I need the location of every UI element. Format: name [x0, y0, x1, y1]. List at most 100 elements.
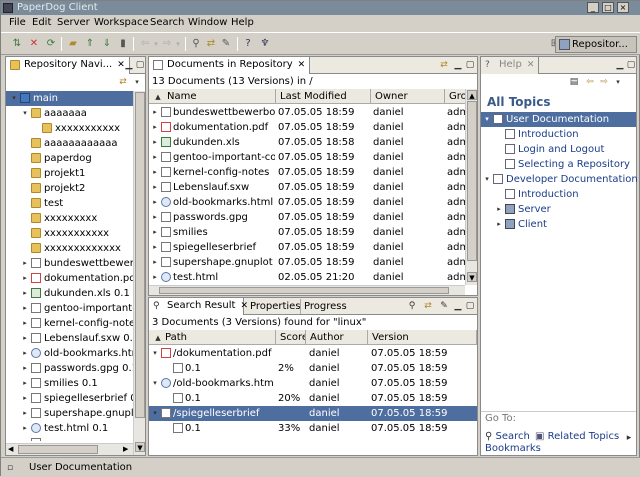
connect-icon[interactable]: ⇅ — [11, 38, 23, 50]
table-row[interactable]: ▸ bundeswettbewerbohn07.05.05 18:59 daniel… — [149, 105, 465, 120]
minimize-view-icon[interactable]: ▁ — [615, 60, 625, 70]
expand-arrow-icon[interactable]: ▸ — [151, 135, 159, 150]
scroll-left-arrow[interactable]: ◀ — [8, 445, 16, 454]
refresh-icon[interactable]: ⟳ — [45, 38, 57, 50]
help-topic[interactable]: ▾ Developer Documentation — [481, 172, 638, 187]
help-link-related-topics[interactable]: ▣ Related Topics — [535, 429, 619, 444]
column-header-path[interactable]: Path — [149, 330, 276, 345]
table-row[interactable]: ▸ test.html 02.05.05 21:20 daniel adm — [149, 270, 465, 285]
maximize-view-icon[interactable]: ▢ — [135, 60, 145, 70]
tree-item[interactable]: ▸ gentoo-important-co — [6, 301, 133, 316]
tree-item[interactable]: aaaaaaaaaaaa — [6, 136, 133, 151]
expand-arrow-icon[interactable]: ▸ — [151, 195, 159, 210]
expand-arrow-icon[interactable]: ▸ — [21, 391, 29, 406]
folder-icon[interactable]: ▰ — [67, 38, 79, 50]
tree-item[interactable]: test — [6, 196, 133, 211]
tree-item[interactable]: ▸ passwords.gpg 0.1 — [6, 361, 133, 376]
table-row[interactable]: 0.1 2% daniel 07.05.05 18:59 — [149, 361, 477, 376]
tree-item[interactable]: ▸ dokumentation.pdf 0 — [6, 271, 133, 286]
expand-arrow-icon[interactable]: ▸ — [151, 105, 159, 120]
upload-icon[interactable]: ⇑ — [84, 38, 96, 50]
expand-arrow-icon[interactable]: ▸ — [21, 286, 29, 301]
expand-arrow-icon[interactable]: ▾ — [151, 376, 159, 391]
expand-arrow-icon[interactable]: ▸ — [151, 150, 159, 165]
view-menu-icon[interactable]: ▾ — [132, 77, 142, 87]
expand-arrow-icon[interactable]: ▸ — [21, 376, 29, 391]
column-header-group[interactable]: Gro — [445, 89, 465, 104]
sync-view-icon[interactable]: ⇄ — [439, 60, 449, 70]
table-row[interactable]: ▸ smilies 07.05.05 18:59 daniel adm — [149, 225, 465, 240]
expand-arrow-icon[interactable]: ▸ — [21, 406, 29, 421]
menu-help[interactable]: Help — [231, 17, 254, 28]
help-topic[interactable]: ▾ User Documentation — [481, 112, 636, 127]
table-row[interactable]: ▸ passwords.gpg 07.05.05 18:59 daniel adm — [149, 210, 465, 225]
tree-item[interactable]: ▸ supershape.gnuplot — [6, 406, 133, 421]
help-topic[interactable]: Login and Logout — [481, 142, 636, 157]
tree-item[interactable]: ▸ smilies 0.1 — [6, 376, 133, 391]
help-topics-tree[interactable]: ▾ User Documentation Introduction Login and… — [481, 112, 638, 232]
expand-arrow-icon[interactable]: ▸ — [21, 361, 29, 376]
perspective-switcher[interactable]: Repositor... — [555, 36, 637, 53]
tree-item[interactable]: projekt2 — [6, 181, 133, 196]
column-header-version[interactable]: Version — [368, 330, 477, 345]
tree-item[interactable]: ▾ main — [6, 91, 133, 106]
repository-tree[interactable]: ▾ main ▾ aaaaaaa xxxxxxxxxxx aaaaaaaaaaaa pape… — [6, 91, 133, 441]
expand-arrow-icon[interactable]: ▾ — [21, 106, 29, 121]
expand-arrow-icon[interactable]: ▸ — [151, 120, 159, 135]
table-row[interactable]: ▸ Lebenslauf.sxw 07.05.05 18:59 daniel adm — [149, 180, 465, 195]
help-topic[interactable]: ▸ Client — [481, 217, 636, 232]
table-row[interactable]: ▸ old-bookmarks.html 07.05.05 18:59 daniel a… — [149, 195, 465, 210]
minimize-view-icon[interactable]: ▁ — [124, 60, 134, 70]
help-topic[interactable]: Introduction — [481, 127, 636, 142]
expand-arrow-icon[interactable]: ▸ — [151, 210, 159, 225]
menu-edit[interactable]: Edit — [32, 17, 51, 28]
trash-icon[interactable]: ▮ — [117, 38, 129, 50]
help-topic[interactable]: Introduction — [481, 187, 636, 202]
expand-arrow-icon[interactable]: ▾ — [483, 112, 491, 127]
maximize-view-icon[interactable]: ▢ — [465, 60, 475, 70]
table-row[interactable]: ▸ supershape.gnuplot 07.05.05 18:59 daniel a… — [149, 255, 465, 270]
documents-scrollbar[interactable]: ▲ ▼ — [465, 89, 477, 285]
scroll-down-arrow[interactable]: ▼ — [467, 272, 477, 282]
tree-item[interactable]: ▾ aaaaaaa — [6, 106, 133, 121]
view-menu-icon[interactable]: ▾ — [613, 77, 623, 87]
download-icon[interactable]: ⇓ — [101, 38, 113, 50]
close-window-button[interactable]: × — [617, 2, 629, 13]
sync-icon[interactable]: ⇄ — [205, 38, 217, 50]
tree-item[interactable]: xxxxxxxxxxxxx — [6, 241, 133, 256]
minimize-view-icon[interactable]: ▁ — [453, 301, 463, 311]
expand-arrow-icon[interactable]: ▸ — [21, 346, 29, 361]
menu-search[interactable]: Search — [150, 17, 184, 28]
expand-arrow-icon[interactable]: ▸ — [21, 316, 29, 331]
menu-server[interactable]: Server — [57, 17, 90, 28]
column-header-owner[interactable]: Owner — [371, 89, 445, 104]
menu-window[interactable]: Window — [188, 17, 227, 28]
expand-arrow-icon[interactable]: ▸ — [21, 436, 29, 441]
tab-search-result[interactable]: ⚲ Search Result ✕ — [149, 298, 248, 315]
help-link-bookmarks[interactable]: Bookmarks — [485, 441, 541, 456]
edit-icon[interactable]: ✎ — [439, 301, 449, 311]
search-icon[interactable]: ⚲ — [407, 301, 417, 311]
expand-arrow-icon[interactable]: ▸ — [21, 331, 29, 346]
sync-view-icon[interactable]: ⇄ — [118, 77, 128, 87]
table-row[interactable]: ▸ spiegelleserbrief 07.05.05 18:59 daniel ad… — [149, 240, 465, 255]
search-icon[interactable]: ⚲ — [190, 38, 202, 50]
tree-item[interactable]: ▸ — [6, 436, 133, 441]
column-header-score[interactable]: Score — [276, 330, 306, 345]
table-row[interactable]: ▸ gentoo-important-comm07.05.05 18:59 dani… — [149, 150, 465, 165]
table-row[interactable]: ▾ /dokumentation.pdf daniel 07.05.05 18:59 — [149, 346, 477, 361]
column-header-name[interactable]: Name — [149, 89, 276, 104]
help-topic[interactable]: ▸ Server — [481, 202, 636, 217]
scrollbar-thumb[interactable] — [467, 101, 477, 261]
disconnect-icon[interactable]: ✕ — [28, 38, 40, 50]
expand-arrow-icon[interactable]: ▸ — [21, 271, 29, 286]
tree-item[interactable]: ▸ old-bookmarks.html 0 — [6, 346, 133, 361]
tab-help[interactable]: ? Help ✕ — [481, 57, 540, 74]
table-row[interactable]: 0.1 20% daniel 07.05.05 18:59 — [149, 391, 477, 406]
column-header-last-modified[interactable]: Last Modified — [276, 89, 371, 104]
sync-view-icon[interactable]: ⇄ — [423, 301, 433, 311]
help-topic[interactable]: Selecting a Repository — [481, 157, 636, 172]
tree-item[interactable]: projekt1 — [6, 166, 133, 181]
menu-workspace[interactable]: Workspace — [94, 17, 149, 28]
navigator-scrollbar[interactable]: ▼ — [133, 91, 145, 455]
